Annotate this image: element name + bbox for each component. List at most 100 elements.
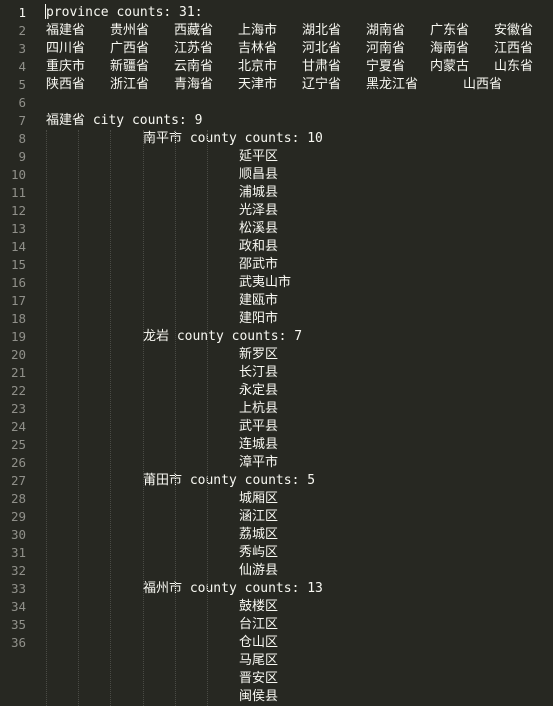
line-number: 20 [10,347,26,362]
line-number: 8 [18,131,26,146]
province-name: 河北省 [302,41,342,56]
province-name: 上海市 [238,23,278,38]
line-number: 4 [18,59,26,74]
province-name: 山西省 [463,77,503,92]
line-number: 3 [18,41,26,56]
province-row: 福建省 贵州省 西藏省 上海市 湖北省 湖南省 广东省 安徽省 [46,22,553,40]
province-name: 新疆省 [110,59,150,74]
line-number: 25 [10,437,26,452]
line-number: 5 [18,77,26,92]
indent-guide [207,130,208,706]
line-number: 12 [10,203,26,218]
province-count-line: province counts: 31: [46,5,203,20]
county-line: 荔城区 [239,527,279,542]
province-name: 安徽省 [494,23,534,38]
county-line: 涵江区 [239,509,279,524]
province-name: 广西省 [110,41,150,56]
line-number: 18 [10,311,26,326]
line-number: 15 [10,257,26,272]
province-name: 贵州省 [110,23,150,38]
county-line: 鼓楼区 [239,599,279,614]
county-line: 顺昌县 [239,167,279,182]
county-line: 连城县 [239,437,279,452]
line-number: 24 [10,419,26,434]
county-line: 漳平市 [239,455,279,470]
province-name: 云南省 [174,59,214,74]
line-number: 32 [10,563,26,578]
county-line: 政和县 [239,239,279,254]
line-number: 13 [10,221,26,236]
line-number: 11 [10,185,26,200]
county-line: 建瓯市 [239,293,279,308]
line-number: 2 [18,23,26,38]
county-line: 光泽县 [239,203,279,218]
province-name: 广东省 [430,23,470,38]
county-line: 闽侯县 [239,689,279,704]
county-line: 建阳市 [239,311,279,326]
city-header-line: 南平市 county counts: 10 [143,131,323,146]
province-name: 内蒙古 [430,59,470,74]
line-number: 36 [10,635,26,650]
county-line: 永定县 [239,383,279,398]
line-number: 17 [10,293,26,308]
province-name: 福建省 [46,23,86,38]
code-editor[interactable]: 1 2 3 4 5 6 7 8 9 10 11 12 13 14 15 16 17 18 19 20 21 22 23 24 2… [0,0,553,706]
line-number: 23 [10,401,26,416]
line-number: 7 [18,113,26,128]
province-name: 重庆市 [46,59,86,74]
county-line: 松溪县 [239,221,279,236]
line-number: 22 [10,383,26,398]
province-name: 湖南省 [366,23,406,38]
county-line: 延平区 [239,149,279,164]
province-name: 青海省 [174,77,214,92]
line-number: 21 [10,365,26,380]
county-line: 浦城县 [239,185,279,200]
line-number: 14 [10,239,26,254]
line-number: 1 [18,5,26,20]
line-number: 6 [18,95,26,110]
province-name: 天津市 [238,77,278,92]
county-line: 邵武市 [239,257,279,272]
province-row: 重庆市 新疆省 云南省 北京市 甘肃省 宁夏省 内蒙古 山东省 [46,58,553,76]
indent-guide [175,130,176,706]
province-row: 四川省 广西省 江苏省 吉林省 河北省 河南省 海南省 江西省 [46,40,553,58]
province-name: 湖北省 [302,23,342,38]
province-name: 甘肃省 [302,59,342,74]
line-number: 10 [10,167,26,182]
province-name: 宁夏省 [366,59,406,74]
county-line: 马尾区 [239,653,279,668]
line-number: 31 [10,545,26,560]
county-line: 仓山区 [239,635,279,650]
line-number: 28 [10,491,26,506]
line-number: 16 [10,275,26,290]
line-number: 9 [18,149,26,164]
line-number: 19 [10,329,26,344]
county-line: 武平县 [239,419,279,434]
fujian-city-count-line: 福建省 city counts: 9 [46,113,203,128]
text-area[interactable]: province counts: 31: 福建省 贵州省 西藏省 上海市 湖北省 湖南省 广东… [46,0,553,706]
county-line: 仙游县 [239,563,279,578]
city-header-line: 龙岩 county counts: 7 [143,329,303,344]
county-line: 武夷山市 [239,275,292,290]
indent-guide [46,130,47,706]
province-row: 陕西省 浙江省 青海省 天津市 辽宁省 黑龙江省 山西省 [46,76,553,94]
province-name: 四川省 [46,41,86,56]
county-line: 城厢区 [239,491,279,506]
text-cursor [45,4,46,19]
line-number: 33 [10,581,26,596]
line-number: 30 [10,527,26,542]
province-name: 江苏省 [174,41,214,56]
province-name: 辽宁省 [302,77,342,92]
line-number: 26 [10,455,26,470]
province-name: 河南省 [366,41,406,56]
line-number: 27 [10,473,26,488]
indent-guide [143,130,144,706]
line-number: 35 [10,617,26,632]
province-name: 西藏省 [174,23,214,38]
indent-guide [110,130,111,706]
province-name: 陕西省 [46,77,86,92]
city-header-line: 福州市 county counts: 13 [143,581,323,596]
line-number-gutter: 1 2 3 4 5 6 7 8 9 10 11 12 13 14 15 16 17 18 19 20 21 22 23 24 2… [0,0,38,706]
indent-guide [78,130,79,706]
county-line: 秀屿区 [239,545,279,560]
